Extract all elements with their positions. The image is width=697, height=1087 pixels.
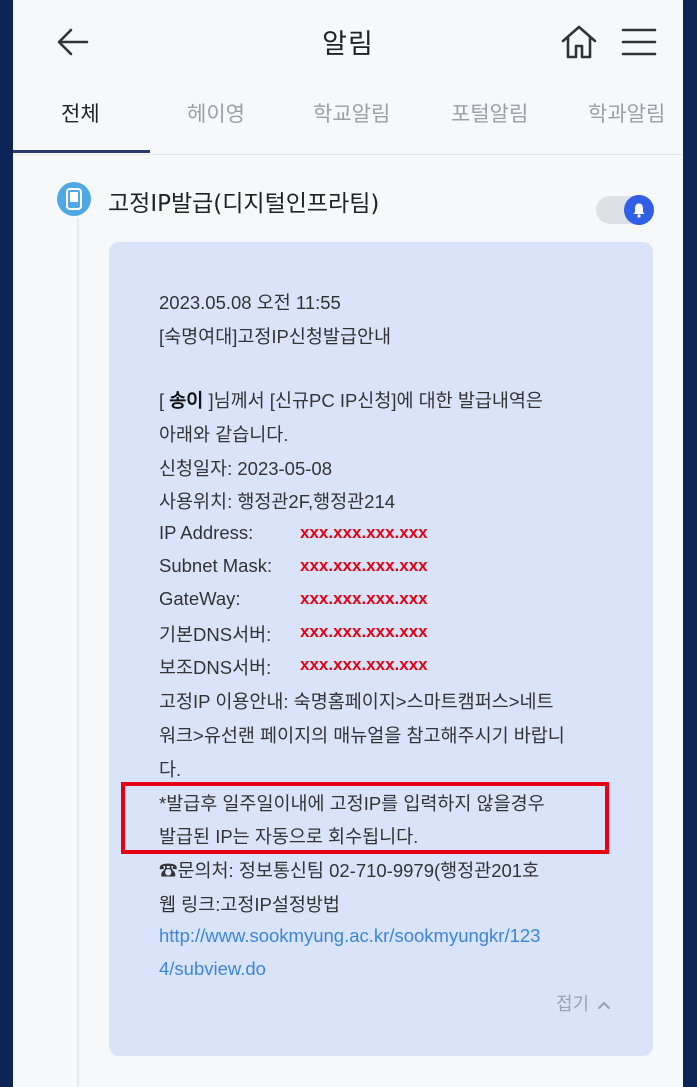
subnet-mask-label: Subnet Mask: <box>159 555 273 576</box>
category-tabs: 전체 헤이영 학교알림 포털알림 학과알림 <box>13 84 683 155</box>
guide-line-1: 고정IP 이용안내: 숙명홈페이지>스마트캠퍼스>네트 <box>159 691 554 712</box>
ip-address-label: IP Address: <box>159 522 254 543</box>
guide-url-link-cont[interactable]: 4/subview.do <box>159 958 266 980</box>
message-intro: [ 송이 ]님께서 [신규PC IP신청]에 대한 발급내역은 <box>159 387 543 413</box>
usage-location: 사용위치: 행정관2F,행정관214 <box>159 491 396 512</box>
guide-url-link[interactable]: http://www.sookmyung.ac.kr/sookmyungkr/1… <box>159 925 540 947</box>
web-link-label: 웹 링크:고정IP설정방법 <box>159 894 340 915</box>
gateway-label: GateWay: <box>159 588 241 609</box>
tab-portal-notice[interactable]: 포털알림 <box>451 98 528 128</box>
subnet-mask-value: xxx.xxx.xxx.xxx <box>300 556 428 575</box>
guide-line-2: 워크>유선랜 페이지의 매뉴얼을 참고해주시기 바랍니 <box>159 725 565 746</box>
intro-open: [ <box>159 390 170 411</box>
home-button[interactable] <box>559 22 599 62</box>
guide-line-3: 다. <box>159 759 182 780</box>
active-tab-indicator <box>13 150 150 153</box>
message-intro-line2: 아래와 같습니다. <box>159 424 289 445</box>
primary-dns-label: 기본DNS서버: <box>159 624 272 645</box>
message-datetime: 2023.05.08 오전 11:55 <box>159 292 341 313</box>
warning-highlight-box <box>121 782 609 854</box>
bell-icon <box>624 195 654 225</box>
recipient-name: 송이 <box>169 390 204 411</box>
apply-date: 신청일자: 2023-05-08 <box>159 458 332 479</box>
ip-address-value: xxx.xxx.xxx.xxx <box>300 523 428 542</box>
gateway-value: xxx.xxx.xxx.xxx <box>300 589 428 608</box>
primary-dns-value: xxx.xxx.xxx.xxx <box>300 622 428 641</box>
chevron-up-icon <box>597 1001 610 1010</box>
notification-message-card: 2023.05.08 오전 11:55 [숙명여대]고정IP신청발급안내 [ 송… <box>109 242 653 1056</box>
app-screen: 알림 전체 헤이영 학교알림 포털알림 학과알림 고정IP발급(디지털인프라팀) <box>13 0 683 1087</box>
tab-all[interactable]: 전체 <box>61 98 100 128</box>
notification-toggle[interactable] <box>596 195 654 225</box>
tab-heyyoung[interactable]: 헤이영 <box>187 98 245 128</box>
tab-school-notice[interactable]: 학교알림 <box>313 98 390 128</box>
notification-title: 고정IP발급(디지털인프라팀) <box>108 191 380 217</box>
collapse-button[interactable]: 접기 <box>556 990 611 1016</box>
home-icon <box>561 25 597 59</box>
menu-button[interactable] <box>619 24 659 60</box>
contact-info: ☎문의처: 정보통신팀 02-710-9979(행정관201호 <box>159 860 540 881</box>
top-bar: 알림 <box>13 0 683 84</box>
tab-department-notice[interactable]: 학과알림 <box>588 98 665 128</box>
timeline-line <box>77 218 79 1087</box>
intro-rest: ]님께서 [신규PC IP신청]에 대한 발급내역은 <box>203 390 543 411</box>
hamburger-menu-icon <box>621 28 657 56</box>
message-subject: [숙명여대]고정IP신청발급안내 <box>159 326 391 347</box>
secondary-dns-value: xxx.xxx.xxx.xxx <box>300 655 428 674</box>
collapse-label: 접기 <box>556 994 590 1015</box>
secondary-dns-label: 보조DNS서버: <box>159 657 272 678</box>
phone-notification-icon <box>57 182 91 216</box>
